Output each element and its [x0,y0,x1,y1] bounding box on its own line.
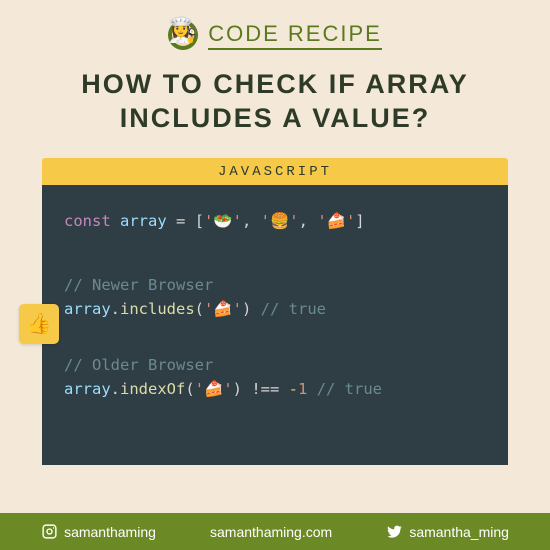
code-body: const array = ['🥗', '🍔', '🍰'] // Newer B… [42,185,508,465]
instagram-icon [41,523,58,540]
code-language-tab: JAVASCRIPT [42,158,508,185]
instagram-handle: samanthaming [64,524,156,540]
code-line-indexof: array.indexOf('🍰') !== -1 // true [64,377,486,401]
code-comment-older: // Older Browser [64,353,486,377]
code-line-declare: const array = ['🥗', '🍔', '🍰'] [64,209,486,233]
twitter-handle: samantha_ming [409,524,509,540]
page-title: HOW TO CHECK IF ARRAY INCLUDES A VALUE? [0,56,550,158]
website-link[interactable]: samanthaming.com [210,524,332,540]
twitter-link[interactable]: samantha_ming [386,523,509,540]
thumbs-up-icon: 👍 [27,311,52,336]
footer: samanthaming samanthaming.com samantha_m… [0,513,550,550]
avatar-icon [168,20,198,50]
code-window: JAVASCRIPT const array = ['🥗', '🍔', '🍰']… [42,158,508,465]
site-badge: CODE RECIPE [208,21,382,50]
thumbs-up-badge: 👍 [19,304,59,344]
website-text: samanthaming.com [210,524,332,540]
code-comment-newer: // Newer Browser [64,273,486,297]
twitter-icon [386,523,403,540]
instagram-link[interactable]: samanthaming [41,523,156,540]
code-line-includes: array.includes('🍰') // true [64,297,486,321]
header: CODE RECIPE [0,0,550,56]
